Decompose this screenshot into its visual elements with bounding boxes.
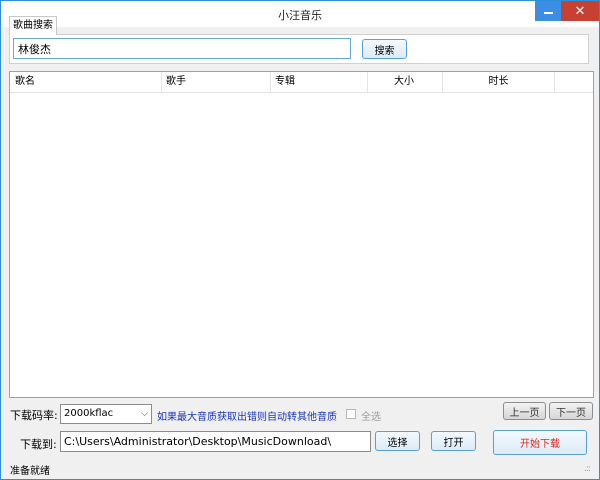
search-button[interactable]: 搜索 (362, 39, 407, 59)
column-header-album[interactable]: 专辑 (271, 72, 368, 92)
close-icon: ✕ (574, 3, 586, 19)
minimize-button[interactable] (535, 1, 561, 21)
column-header-singer[interactable]: 歌手 (162, 72, 271, 92)
app-window: 小汪音乐 ✕ 歌曲搜索 搜索 歌名 歌手 专辑 大小 时长 下载码率: 2000… (0, 0, 600, 480)
status-text: 准备就绪 (10, 466, 50, 477)
search-input[interactable] (13, 38, 351, 59)
column-header-size[interactable]: 大小 (368, 72, 443, 92)
download-dir-label: 下载到: (20, 438, 57, 451)
start-download-label: 开始下载 (520, 439, 560, 450)
bitrate-hint: 如果最大音质获取出错则自动转其他音质 (157, 412, 337, 423)
next-page-button[interactable]: 下一页 (549, 402, 593, 420)
window-title: 小汪音乐 (278, 9, 322, 22)
bitrate-selected-value: 2000kflac (64, 408, 114, 419)
tab-song-search[interactable]: 歌曲搜索 (9, 16, 57, 35)
download-dir-input[interactable] (60, 431, 371, 452)
select-all-label[interactable]: 全选 (361, 408, 381, 423)
bitrate-select[interactable]: 2000kflac ⌵ (60, 404, 152, 424)
title-bar[interactable]: 小汪音乐 ✕ (1, 1, 599, 27)
resize-grip-icon[interactable]: .:: (584, 464, 591, 474)
chevron-down-icon: ⌵ (141, 409, 148, 419)
minimize-icon (543, 12, 553, 14)
column-header-song-name[interactable]: 歌名 (10, 72, 162, 92)
prev-page-button[interactable]: 上一页 (503, 402, 546, 420)
column-header-duration[interactable]: 时长 (443, 72, 555, 92)
open-dir-button[interactable]: 打开 (431, 431, 476, 451)
select-all-checkbox[interactable] (346, 409, 356, 419)
results-table[interactable]: 歌名 歌手 专辑 大小 时长 (9, 71, 594, 398)
table-header: 歌名 歌手 专辑 大小 时长 (10, 72, 593, 93)
close-button[interactable]: ✕ (561, 1, 599, 21)
start-download-button[interactable]: 开始下载 (493, 430, 587, 455)
choose-dir-button[interactable]: 选择 (375, 431, 420, 451)
bitrate-label: 下载码率: (10, 409, 58, 422)
